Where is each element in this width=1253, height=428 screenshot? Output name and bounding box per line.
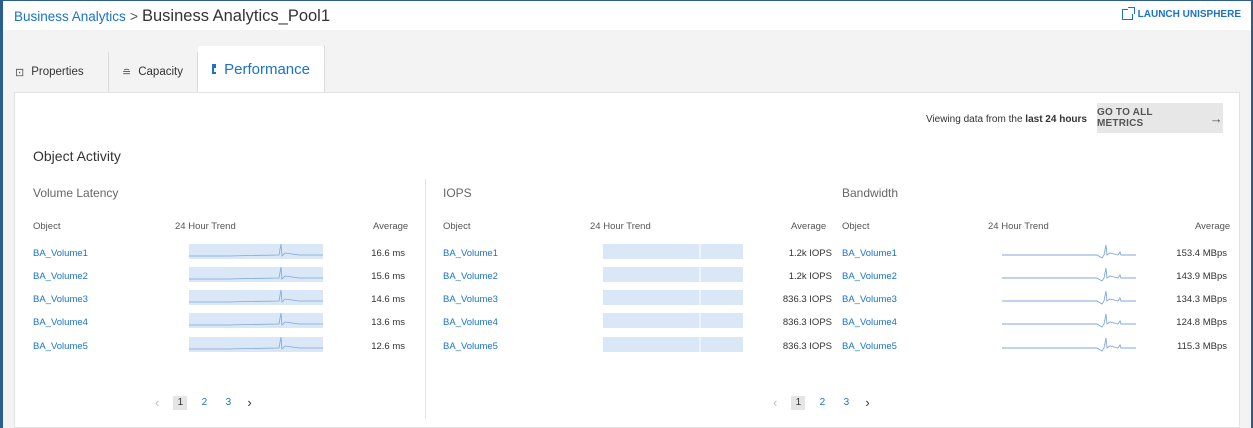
bandwidth-trend-sparkline (1002, 313, 1136, 328)
go-to-all-metrics-button[interactable]: GO TO ALL METRICS → (1097, 103, 1223, 133)
iops-trend-sparkline (603, 290, 743, 305)
arrow-right-icon: → (1209, 110, 1223, 126)
latency-object-header: Object (33, 221, 61, 232)
bandwidth-object-link[interactable]: BA_Volume3 (842, 294, 897, 305)
bandwidth-average-header: Average (1195, 221, 1231, 232)
viewing-range-text: Viewing data from the last 24 hours (926, 114, 1087, 125)
external-link-icon (1121, 7, 1135, 20)
page-1-button[interactable]: 1 (791, 395, 806, 410)
tab-capacity[interactable]: ≘ Capacity (110, 52, 198, 92)
latency-average-value: 16.6 ms (371, 248, 405, 259)
prev-page-button[interactable]: ‹ (155, 395, 159, 410)
page-3-button[interactable]: 3 (221, 396, 235, 410)
page-2-button[interactable]: 2 (197, 396, 211, 410)
tab-properties[interactable]: ⊡ Properties (3, 52, 109, 92)
iops-object-header: Object (443, 221, 471, 232)
latency-average-value: 13.6 ms (371, 317, 405, 328)
breadcrumb: Business Analytics > Business Analytics_… (14, 4, 330, 28)
latency-object-link[interactable]: BA_Volume1 (33, 248, 88, 259)
next-page-button[interactable]: › (865, 395, 869, 410)
bandwidth-average-value: 143.9 MBps (1176, 271, 1227, 282)
bandwidth-object-link[interactable]: BA_Volume1 (842, 248, 897, 259)
bandwidth-object-header: Object (842, 221, 870, 232)
iops-title: IOPS (443, 186, 472, 200)
page-3-button[interactable]: 3 (839, 396, 853, 410)
bandwidth-object-link[interactable]: BA_Volume5 (842, 341, 897, 352)
iops-average-value: 836.3 IOPS (782, 341, 832, 352)
prev-page-button[interactable]: ‹ (773, 395, 777, 410)
iops-object-link[interactable]: BA_Volume3 (443, 294, 498, 305)
performance-panel: Viewing data from the last 24 hours GO T… (14, 92, 1240, 428)
launch-unisphere-link[interactable]: LAUNCH UNISPHERE (1121, 7, 1241, 20)
latency-trend-sparkline (189, 267, 323, 282)
launch-unisphere-label: LAUNCH UNISPHERE (1137, 9, 1241, 20)
activity-pagination: ‹ 1 2 3 › (773, 395, 884, 410)
iops-trend-sparkline (603, 267, 743, 282)
tab-performance-label: Performance (224, 60, 310, 78)
capacity-icon: ≘ (122, 66, 132, 79)
bandwidth-trend-sparkline (1002, 290, 1136, 305)
latency-object-link[interactable]: BA_Volume2 (33, 271, 88, 282)
iops-average-value: 1.2k IOPS (788, 248, 832, 259)
bandwidth-object-link[interactable]: BA_Volume4 (842, 317, 897, 328)
performance-chart-icon (212, 64, 217, 74)
latency-object-link[interactable]: BA_Volume3 (33, 294, 88, 305)
object-activity-title: Object Activity (33, 148, 121, 164)
latency-trend-sparkline (189, 290, 323, 305)
go-to-all-metrics-label: GO TO ALL METRICS (1097, 107, 1153, 129)
page-2-button[interactable]: 2 (815, 396, 829, 410)
page-1-button[interactable]: 1 (173, 395, 188, 410)
iops-average-value: 836.3 IOPS (782, 317, 832, 328)
iops-trend-sparkline (603, 313, 743, 328)
tab-performance[interactable]: Performance (198, 46, 325, 92)
bandwidth-object-link[interactable]: BA_Volume2 (842, 271, 897, 282)
bandwidth-trend-sparkline (1002, 337, 1136, 352)
iops-trend-sparkline (603, 244, 743, 259)
properties-icon: ⊡ (15, 66, 25, 79)
bandwidth-trend-header: 24 Hour Trend (988, 221, 1049, 232)
viewing-range: last 24 hours (1025, 114, 1087, 125)
viewing-prefix: Viewing data from the (925, 114, 1023, 125)
iops-average-value: 1.2k IOPS (788, 271, 832, 282)
latency-average-header: Average (373, 221, 409, 232)
iops-average-header: Average (791, 221, 827, 232)
latency-pagination: ‹ 1 2 3 › (155, 395, 266, 410)
bandwidth-average-value: 134.3 MBps (1176, 294, 1227, 305)
bandwidth-average-value: 153.4 MBps (1176, 248, 1227, 259)
bandwidth-average-value: 124.8 MBps (1176, 317, 1227, 328)
iops-trend-header: 24 Hour Trend (590, 221, 651, 232)
iops-average-value: 836.3 IOPS (782, 294, 832, 305)
latency-trend-sparkline (189, 313, 323, 328)
iops-object-link[interactable]: BA_Volume2 (443, 271, 498, 282)
latency-trend-sparkline (189, 244, 323, 259)
iops-object-link[interactable]: BA_Volume1 (443, 248, 498, 259)
latency-object-link[interactable]: BA_Volume4 (33, 317, 88, 328)
latency-average-value: 15.6 ms (371, 271, 405, 282)
latency-average-value: 12.6 ms (371, 341, 405, 352)
tab-capacity-label: Capacity (138, 66, 183, 78)
latency-average-value: 14.6 ms (371, 294, 405, 305)
tab-properties-label: Properties (31, 66, 84, 78)
iops-object-link[interactable]: BA_Volume5 (443, 341, 498, 352)
breadcrumb-separator: > (129, 8, 138, 24)
breadcrumb-parent-link[interactable]: Business Analytics (14, 9, 126, 24)
next-page-button[interactable]: › (247, 395, 251, 410)
latency-object-link[interactable]: BA_Volume5 (33, 341, 88, 352)
bandwidth-trend-sparkline (1002, 244, 1136, 259)
bandwidth-trend-sparkline (1002, 267, 1136, 282)
bandwidth-title: Bandwidth (842, 186, 899, 200)
section-divider (425, 179, 426, 419)
latency-trend-sparkline (189, 337, 323, 352)
bandwidth-average-value: 115.3 MBps (1177, 341, 1227, 352)
latency-trend-header: 24 Hour Trend (175, 221, 236, 232)
volume-latency-title: Volume Latency (33, 186, 119, 200)
iops-trend-sparkline (603, 337, 743, 352)
page-title: Business Analytics_Pool1 (142, 6, 331, 25)
iops-object-link[interactable]: BA_Volume4 (443, 317, 498, 328)
